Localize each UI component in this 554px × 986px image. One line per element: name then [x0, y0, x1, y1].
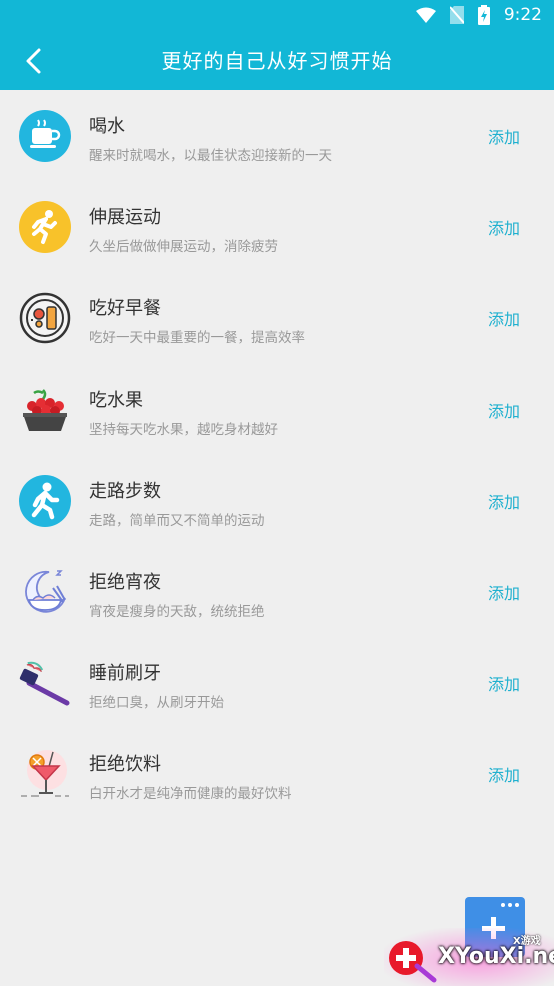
moon-night-snack-icon — [25, 570, 66, 613]
walking-icon — [19, 474, 71, 527]
habit-description: 走路，简单而又不简单的运动 — [89, 512, 265, 529]
page-title: 更好的自己从好习惯开始 — [161, 49, 393, 73]
fruit-basket-icon — [23, 388, 67, 431]
add-button[interactable]: 添加 — [488, 489, 520, 513]
habit-item-stretch: 伸展运动 久坐后做做伸展运动，消除疲劳 添加 — [0, 181, 554, 272]
battery-charging-icon — [477, 5, 490, 25]
add-button[interactable]: 添加 — [488, 306, 520, 330]
cocktail-icon — [21, 750, 69, 798]
add-button[interactable]: 添加 — [488, 580, 520, 604]
status-time: 9:22 — [503, 5, 542, 25]
habit-title: 拒绝宵夜 — [89, 571, 161, 593]
running-icon — [19, 201, 71, 254]
habit-description: 拒绝口臭，从刷牙开始 — [89, 695, 224, 712]
add-button[interactable]: 添加 — [488, 762, 520, 786]
habit-title: 睡前刷牙 — [89, 663, 161, 685]
add-button[interactable]: 添加 — [488, 215, 520, 239]
habit-title: 喝水 — [89, 116, 125, 137]
toothbrush-icon — [19, 661, 70, 706]
no-sim-icon — [449, 6, 464, 24]
cup-icon — [19, 110, 71, 162]
habit-title: 伸展运动 — [89, 207, 161, 229]
habit-title: 拒绝饮料 — [89, 754, 161, 776]
habit-item-brush-teeth: 睡前刷牙 拒绝口臭，从刷牙开始 添加 — [0, 637, 554, 728]
add-button[interactable]: 添加 — [488, 124, 520, 148]
breakfast-icon — [19, 293, 71, 344]
habit-description: 白开水才是纯净而健康的最好饮料 — [89, 786, 292, 803]
habit-title: 走路步数 — [89, 480, 161, 502]
add-button[interactable]: 添加 — [488, 398, 520, 422]
habit-title: 吃水果 — [89, 389, 143, 411]
habit-title: 吃好早餐 — [89, 298, 161, 320]
add-button[interactable]: 添加 — [488, 671, 520, 695]
habit-item-no-night-snack: 拒绝宵夜 宵夜是瘦身的天敌，统统拒绝 添加 — [0, 546, 554, 637]
habit-description: 坚持每天吃水果，越吃身材越好 — [89, 421, 278, 438]
habit-description: 吃好一天中最重要的一餐，提高效率 — [89, 330, 305, 347]
watermark-text: XYouXi.net — [438, 944, 554, 969]
habit-list: 喝水 醒来时就喝水，以最佳状态迎接新的一天 添加 伸展运动 久坐后做做伸展运动，… — [0, 90, 554, 820]
app-bar: 更好的自己从好习惯开始 — [0, 32, 554, 90]
habit-description: 宵夜是瘦身的天敌，统统拒绝 — [89, 603, 265, 620]
habit-description: 醒来时就喝水，以最佳状态迎接新的一天 — [89, 148, 332, 164]
wifi-icon — [415, 7, 436, 23]
habit-description: 久坐后做做伸展运动，消除疲劳 — [89, 239, 278, 256]
habit-item-steps: 走路步数 走路，简单而又不简单的运动 添加 — [0, 455, 554, 546]
habit-item-breakfast: 吃好早餐 吃好一天中最重要的一餐，提高效率 添加 — [0, 272, 554, 363]
status-icons: 9:22 — [415, 5, 542, 25]
habit-item-drink-water: 喝水 醒来时就喝水，以最佳状态迎接新的一天 添加 — [0, 90, 554, 181]
habit-item-fruit: 吃水果 坚持每天吃水果，越吃身材越好 添加 — [0, 364, 554, 455]
habit-item-no-drinks: 拒绝饮料 白开水才是纯净而健康的最好饮料 添加 — [0, 728, 554, 819]
status-bar: 9:22 — [0, 0, 554, 32]
